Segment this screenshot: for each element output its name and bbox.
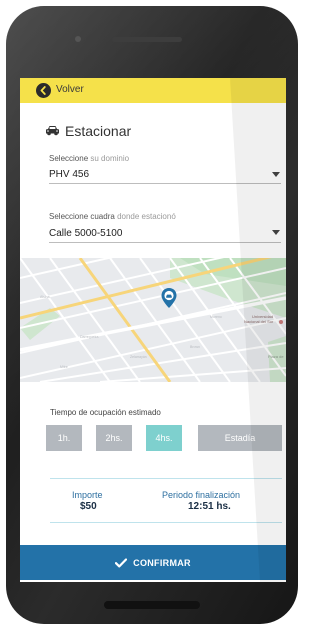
back-button[interactable]: Volver [56, 84, 84, 95]
svg-text:Zelarrayán: Zelarrayán [130, 355, 147, 359]
place-marker-icon [279, 320, 283, 324]
importe-label: Importe [72, 490, 103, 500]
tiempo-label: Tiempo de ocupación estimado [50, 408, 161, 417]
time-option-1h[interactable]: 1h. [46, 425, 82, 451]
confirm-label: CONFIRMAR [133, 557, 191, 568]
time-option-4hs[interactable]: 4hs. [146, 425, 182, 451]
map-place-label: Plaza de [268, 354, 284, 359]
time-option-2hs[interactable]: 2hs. [96, 425, 132, 451]
back-arrow-icon[interactable] [36, 83, 51, 98]
dominio-label: Seleccione su dominio [49, 154, 129, 163]
time-option-estadia[interactable]: Estadía [198, 425, 282, 451]
page-title: Estacionar [65, 123, 132, 139]
cuadra-chevron-down-icon[interactable] [272, 230, 280, 235]
cuadra-label: Seleccione cuadra donde estacionó [49, 212, 176, 221]
cuadra-select[interactable]: Calle 5000-5100 [49, 228, 122, 239]
home-button [104, 601, 200, 609]
top-bar: Volver [20, 78, 286, 103]
cuadra-underline [49, 242, 281, 243]
periodo-value: 12:51 hs. [188, 501, 231, 512]
car-icon [46, 126, 59, 136]
cuadra-label-hint: donde estacionó [117, 212, 176, 221]
dominio-chevron-down-icon[interactable] [272, 172, 280, 177]
svg-text:Moreno: Moreno [210, 315, 222, 319]
cuadra-label-text: Seleccione cuadra [49, 212, 115, 221]
map-view[interactable]: Alsina Darregueira Zelarrayán Brown More… [20, 258, 286, 382]
front-camera [75, 36, 81, 42]
periodo-label: Periodo finalización [162, 490, 241, 500]
svg-text:Mitre: Mitre [60, 365, 68, 369]
summary-divider-top [50, 478, 282, 479]
dominio-label-hint: su dominio [90, 154, 130, 163]
dominio-select[interactable]: PHV 456 [49, 169, 89, 180]
dominio-underline [49, 183, 281, 184]
svg-text:Darregueira: Darregueira [80, 335, 99, 339]
app-screen: Volver Estacionar Seleccione su dominio … [20, 78, 286, 582]
map-place-label: Nacional del Sur [244, 319, 274, 324]
check-icon [115, 557, 128, 567]
summary-divider-bottom [50, 522, 282, 523]
dominio-label-text: Seleccione [49, 154, 89, 163]
confirm-button[interactable]: CONFIRMAR [20, 545, 286, 580]
svg-text:Alsina: Alsina [40, 295, 50, 299]
phone-speaker [112, 37, 182, 42]
car-location-pin-icon[interactable] [160, 287, 178, 314]
svg-text:Brown: Brown [190, 345, 200, 349]
importe-value: $50 [80, 501, 97, 512]
